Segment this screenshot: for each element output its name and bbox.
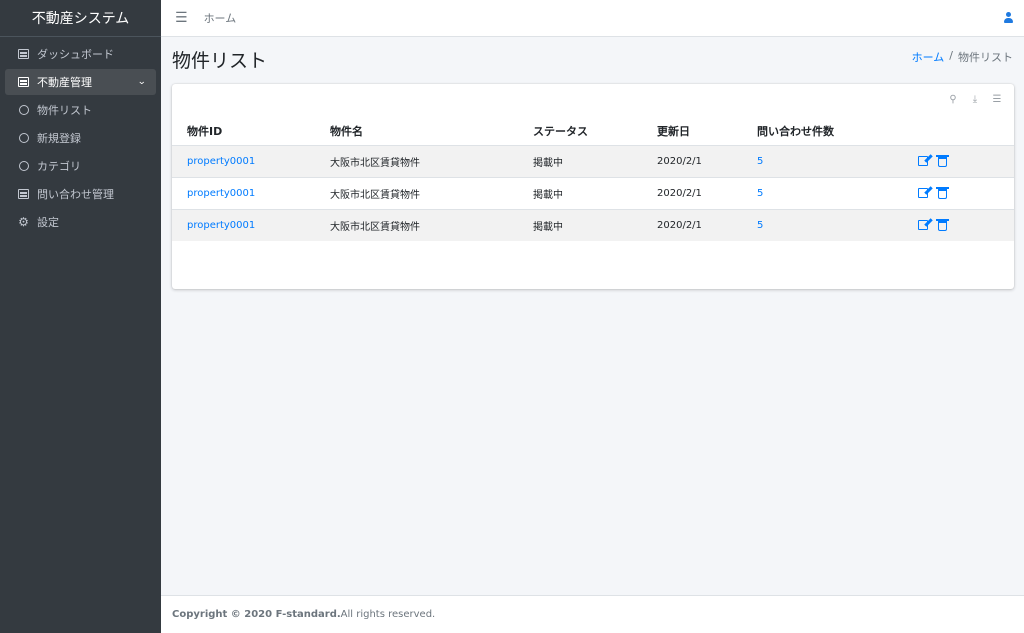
user-icon[interactable] — [1003, 12, 1014, 24]
edit-icon[interactable] — [917, 219, 929, 231]
property-status: 掲載中 — [533, 208, 657, 241]
property-status: 掲載中 — [533, 144, 657, 177]
sidebar-item-label: 新規登録 — [37, 132, 81, 145]
trash-icon[interactable] — [935, 219, 949, 232]
download-icon[interactable]: ⤓ — [970, 94, 980, 105]
property-name: 大阪市北区賃貸物件 — [330, 208, 533, 241]
sidebar-item-dashboard[interactable]: ダッシュボード — [5, 41, 156, 67]
sidebar-item-inquiries[interactable]: 問い合わせ管理 — [5, 181, 156, 207]
columns-menu-icon[interactable]: ☰ — [992, 94, 1002, 105]
list-icon — [18, 189, 29, 200]
table-toolbar: ⚲ ⤓ ☰ — [948, 94, 1002, 105]
property-status: 掲載中 — [533, 176, 657, 209]
breadcrumb-separator: / — [949, 49, 953, 62]
sidebar-item-label: カテゴリ — [37, 160, 81, 173]
property-id-link[interactable]: property0001 — [187, 220, 255, 231]
list-icon — [18, 77, 29, 88]
list-icon — [18, 49, 29, 60]
topbar: ☰ ホーム — [161, 0, 1024, 37]
sidebar-item-settings[interactable]: ⚙ 設定 — [5, 209, 156, 235]
top-home-link[interactable]: ホーム — [204, 10, 237, 26]
column-header-name[interactable]: 物件名 — [330, 116, 533, 145]
sidebar-item-label: 設定 — [37, 216, 59, 229]
table-row: property0001 大阪市北区賃貸物件 掲載中 2020/2/1 5 — [172, 176, 1014, 209]
property-name: 大阪市北区賃貸物件 — [330, 176, 533, 209]
gear-icon: ⚙ — [18, 215, 29, 229]
main-content: 物件リスト ホーム / 物件リスト ⚲ ⤓ ☰ 物件ID 物件名 ステータス 更… — [161, 37, 1024, 595]
trash-icon[interactable] — [935, 187, 949, 199]
breadcrumb: ホーム / 物件リスト — [912, 49, 1013, 65]
sidebar-item-label: 問い合わせ管理 — [37, 188, 114, 201]
footer: Copyright © 2020 F-standard. All rights … — [161, 595, 1024, 633]
breadcrumb-home[interactable]: ホーム — [912, 49, 945, 65]
inquiry-count-link[interactable]: 5 — [757, 156, 763, 167]
property-table-card: ⚲ ⤓ ☰ 物件ID 物件名 ステータス 更新日 問い合わせ件数 propert… — [172, 84, 1014, 289]
brand-title[interactable]: 不動産システム — [0, 0, 161, 37]
property-name: 大阪市北区賃貸物件 — [330, 144, 533, 177]
column-header-actions — [917, 116, 1014, 145]
sidebar-item-new-registration[interactable]: 新規登録 — [5, 125, 156, 151]
sidebar: 不動産システム ダッシュボード 不動産管理 ⌄ 物件リスト 新規登録 カテゴリ … — [0, 0, 161, 633]
trash-icon[interactable] — [935, 155, 949, 167]
menu-toggle-icon[interactable]: ☰ — [175, 10, 188, 26]
property-date: 2020/2/1 — [657, 144, 757, 177]
footer-rights: All rights reserved. — [340, 609, 436, 620]
chevron-down-icon: ⌄ — [137, 77, 147, 87]
edit-icon[interactable] — [917, 155, 929, 167]
page-title: 物件リスト — [172, 50, 268, 72]
column-header-id[interactable]: 物件ID — [172, 116, 330, 145]
column-header-status[interactable]: ステータス — [533, 116, 657, 145]
sidebar-item-label: 物件リスト — [37, 104, 92, 117]
property-date: 2020/2/1 — [657, 208, 757, 241]
breadcrumb-current: 物件リスト — [958, 51, 1013, 64]
inquiry-count-link[interactable]: 5 — [757, 188, 763, 199]
inquiry-count-link[interactable]: 5 — [757, 220, 763, 231]
sidebar-item-property-list[interactable]: 物件リスト — [5, 97, 156, 123]
sidebar-item-property-management[interactable]: 不動産管理 ⌄ — [5, 69, 156, 95]
sidebar-nav: ダッシュボード 不動産管理 ⌄ 物件リスト 新規登録 カテゴリ 問い合わせ管理 … — [0, 37, 161, 241]
sidebar-item-label: ダッシュボード — [37, 48, 114, 61]
table-row: property0001 大阪市北区賃貸物件 掲載中 2020/2/1 5 — [172, 208, 1014, 241]
property-id-link[interactable]: property0001 — [187, 188, 255, 199]
search-icon[interactable]: ⚲ — [948, 94, 958, 105]
property-table: 物件ID 物件名 ステータス 更新日 問い合わせ件数 property0001 … — [172, 116, 1014, 241]
column-header-date[interactable]: 更新日 — [657, 116, 757, 145]
sidebar-item-category[interactable]: カテゴリ — [5, 153, 156, 179]
footer-copyright: Copyright © 2020 F-standard. — [172, 609, 341, 620]
table-row: property0001 大阪市北区賃貸物件 掲載中 2020/2/1 5 — [172, 144, 1014, 177]
edit-icon[interactable] — [917, 187, 929, 199]
sidebar-item-label: 不動産管理 — [37, 76, 92, 89]
column-header-inquiries[interactable]: 問い合わせ件数 — [757, 116, 917, 145]
property-id-link[interactable]: property0001 — [187, 156, 255, 167]
circle-icon — [18, 161, 29, 172]
table-header-row: 物件ID 物件名 ステータス 更新日 問い合わせ件数 — [172, 116, 1014, 145]
property-date: 2020/2/1 — [657, 176, 757, 209]
circle-icon — [18, 133, 29, 144]
circle-icon — [18, 105, 29, 116]
